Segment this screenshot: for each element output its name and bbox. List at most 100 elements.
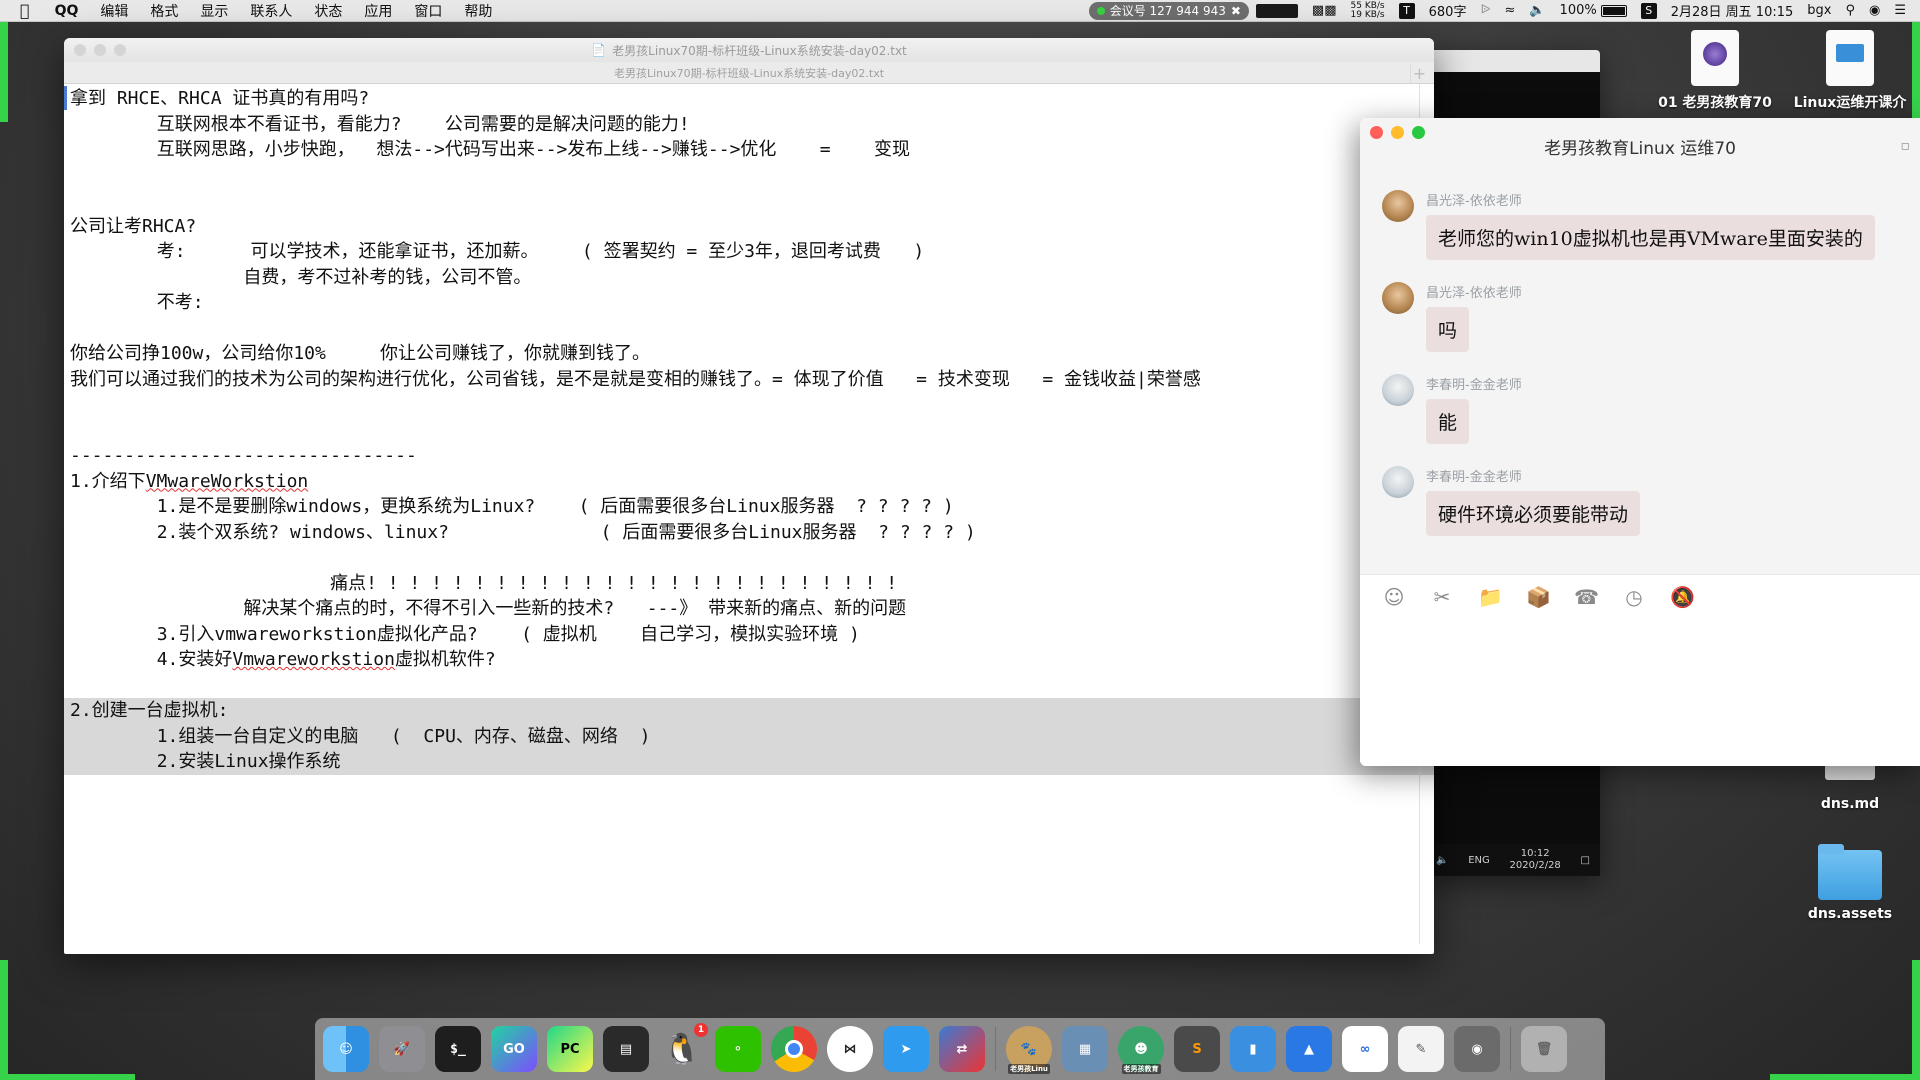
editor-line[interactable] — [64, 163, 1434, 189]
phone-icon[interactable]: ☎ — [1574, 585, 1599, 609]
editor-line[interactable]: 2.创建一台虚拟机: — [64, 698, 1434, 724]
editor-line[interactable]: 拿到 RHCE、RHCA 证书真的有用吗? — [64, 86, 1434, 112]
typora-icon[interactable]: T — [1392, 2, 1422, 19]
bluetooth-icon[interactable]: ᐉ — [1473, 3, 1497, 18]
dock-lark[interactable]: ▲ — [1286, 1026, 1332, 1072]
meeting-indicator[interactable]: 会议号 127 944 943 ✖ — [1088, 1, 1249, 20]
sender-name[interactable]: 昌光泽-依依老师 — [1426, 282, 1522, 301]
dark-status-icon[interactable] — [1249, 3, 1305, 18]
dock-finder[interactable]: ☺ — [323, 1026, 369, 1072]
desktop-icon-dns-assets[interactable]: dns.assets — [1790, 844, 1910, 922]
minimize-button[interactable] — [94, 44, 106, 56]
monitor-icon[interactable]: ▩▩ — [1305, 3, 1344, 18]
desktop-icon-qq-app[interactable]: 01 老男孩教育70 — [1640, 30, 1790, 112]
editor-line[interactable]: 1.介绍下VMwareWorkstion — [64, 469, 1434, 495]
editor-line[interactable]: 2.安装Linux操作系统 — [64, 749, 1434, 775]
editor-line[interactable]: 你给公司挣100w，公司给你10% 你让公司赚钱了，你就赚到钱了。 — [64, 341, 1434, 367]
vm-window-titlebar[interactable] — [1426, 50, 1600, 72]
menu-window[interactable]: 窗口 — [403, 1, 453, 21]
dock-goland[interactable]: GO — [491, 1026, 537, 1072]
avatar[interactable] — [1382, 282, 1414, 314]
dock-chrome[interactable] — [771, 1026, 817, 1072]
vm-volume-icon[interactable]: 🔈 — [1436, 855, 1448, 866]
editor-line[interactable] — [64, 545, 1434, 571]
editor-titlebar[interactable]: 📄 老男孩Linux70期-标杆班级-Linux系统安装-day02.txt — [64, 38, 1434, 62]
dock-keynote[interactable]: ▮ — [1230, 1026, 1276, 1072]
avatar[interactable] — [1382, 374, 1414, 406]
desktop-icon-dns-md[interactable]: dns.md — [1790, 766, 1910, 812]
dock-terminal[interactable]: $_ — [435, 1026, 481, 1072]
emoji-icon[interactable]: ☺ — [1382, 585, 1406, 609]
editor-line[interactable]: -------------------------------- — [64, 443, 1434, 469]
editor-line[interactable]: 我们可以通过我们的技术为公司的架构进行优化，公司省钱，是不是就是变相的赚钱了。=… — [64, 367, 1434, 393]
wifi-icon[interactable]: ≈ — [1497, 3, 1522, 18]
zoom-button[interactable] — [114, 44, 126, 56]
pin-icon[interactable]: ▫ — [1901, 138, 1911, 154]
menu-user[interactable]: bgx — [1800, 3, 1838, 18]
editor-line[interactable]: 痛点! ! ! ! ! ! ! ! ! ! ! ! ! ! ! ! ! ! ! … — [64, 571, 1434, 597]
avatar[interactable] — [1382, 190, 1414, 222]
sender-name[interactable]: 昌光泽-依依老师 — [1426, 190, 1875, 209]
dock-meeting-linux[interactable]: 🐾 老男孩Linu — [1006, 1026, 1052, 1074]
dock-meeting-edu[interactable]: ☻ 老男孩教育 — [1118, 1026, 1164, 1074]
editor-line[interactable] — [64, 418, 1434, 444]
editor-line[interactable]: 公司让考RHCA? — [64, 214, 1434, 240]
dock-sublime[interactable]: S — [1174, 1026, 1220, 1072]
editor-line[interactable]: 3.引入vmwareworkstion虚拟化产品? ( 虚拟机 自己学习，模拟实… — [64, 622, 1434, 648]
editor-line[interactable]: 考: 可以学技术，还能拿证书，还加薪。 ( 签署契约 = 至少3年，退回考试费 … — [64, 239, 1434, 265]
dock-activity-monitor[interactable]: ▤ — [603, 1026, 649, 1072]
editor-line[interactable]: 互联网思路，小步快跑， 想法-->代码写出来-->发布上线-->赚钱-->优化 … — [64, 137, 1434, 163]
vm-notification-icon[interactable]: □ — [1581, 855, 1590, 866]
text-editor-window[interactable]: 📄 老男孩Linux70期-标杆班级-Linux系统安装-day02.txt 老… — [64, 38, 1434, 954]
siri-icon[interactable]: ◉ — [1862, 3, 1887, 18]
dock-vmware[interactable]: ▦ — [1062, 1026, 1108, 1072]
vm-ime[interactable]: ENG — [1468, 855, 1490, 866]
new-tab-button[interactable]: + — [1410, 64, 1428, 83]
editor-document[interactable]: 拿到 RHCE、RHCA 证书真的有用吗? 互联网根本不看证书，看能力? 公司需… — [64, 84, 1434, 775]
close-meeting-icon[interactable]: ✖ — [1231, 4, 1241, 18]
minimize-button[interactable] — [1391, 126, 1404, 139]
sender-name[interactable]: 李春明-金金老师 — [1426, 466, 1640, 485]
menu-view[interactable]: 显示 — [189, 1, 239, 21]
close-button[interactable] — [74, 44, 86, 56]
menu-help[interactable]: 帮助 — [453, 1, 503, 21]
chat-input[interactable] — [1360, 618, 1920, 766]
dock-feishu[interactable]: ➤ — [883, 1026, 929, 1072]
editor-line[interactable]: 1.是不是要删除windows，更换系统为Linux? ( 后面需要很多台Lin… — [64, 494, 1434, 520]
desktop-icon-keynote[interactable]: Linux运维开课介 — [1780, 30, 1920, 112]
menu-format[interactable]: 格式 — [139, 1, 189, 21]
editor-line[interactable] — [64, 392, 1434, 418]
volume-icon[interactable]: 🔈 — [1522, 3, 1552, 18]
folder-icon[interactable]: 📁 — [1478, 585, 1503, 609]
vm-clock[interactable]: 10:12 2020/2/28 — [1510, 848, 1561, 872]
close-button[interactable] — [1370, 126, 1383, 139]
dock-textedit[interactable]: ✎ — [1398, 1026, 1444, 1072]
menu-edit[interactable]: 编辑 — [89, 1, 139, 21]
menu-apps[interactable]: 应用 — [353, 1, 403, 21]
menu-status[interactable]: 状态 — [303, 1, 353, 21]
history-clock-icon[interactable]: ◷ — [1622, 585, 1646, 609]
editor-line[interactable] — [64, 673, 1434, 699]
editor-line[interactable]: 4.安装好Vmwareworkstion虚拟机软件? — [64, 647, 1434, 673]
battery-level[interactable]: 100% — [1553, 3, 1634, 18]
dock-photo-booth[interactable]: ◉ — [1454, 1026, 1500, 1072]
file-transfer-icon[interactable]: 📦 — [1526, 585, 1551, 609]
menu-contacts[interactable]: 联系人 — [239, 1, 303, 21]
editor-line[interactable] — [64, 316, 1434, 342]
sync-icon[interactable]: S — [1634, 2, 1664, 19]
menu-datetime[interactable]: 2月28日 周五 10:15 — [1664, 1, 1801, 20]
menu-app-name[interactable]: QQ — [44, 3, 90, 19]
avatar[interactable] — [1382, 466, 1414, 498]
dock-baidu-netdisk[interactable]: ∞ — [1342, 1026, 1388, 1072]
mute-bell-icon[interactable]: 🔕 — [1670, 585, 1695, 609]
editor-line[interactable]: 不考: — [64, 290, 1434, 316]
dock-qq[interactable]: 🐧 1 — [659, 1023, 708, 1072]
editor-line[interactable]: 2.装个双系统? windows、linux? ( 后面需要很多台Linux服务… — [64, 520, 1434, 546]
editor-line[interactable]: 互联网根本不看证书，看能力? 公司需要的是解决问题的能力! — [64, 112, 1434, 138]
chat-header[interactable]: 老男孩教育Linux 运维70 ▫ — [1360, 118, 1920, 174]
editor-tab[interactable]: 老男孩Linux70期-标杆班级-Linux系统安装-day02.txt — [614, 65, 884, 81]
spotlight-search-icon[interactable]: ⚲ — [1838, 3, 1862, 18]
dock-remote[interactable]: ⇄ — [939, 1026, 985, 1072]
sender-name[interactable]: 李春明-金金老师 — [1426, 374, 1522, 393]
zoom-button[interactable] — [1412, 126, 1425, 139]
